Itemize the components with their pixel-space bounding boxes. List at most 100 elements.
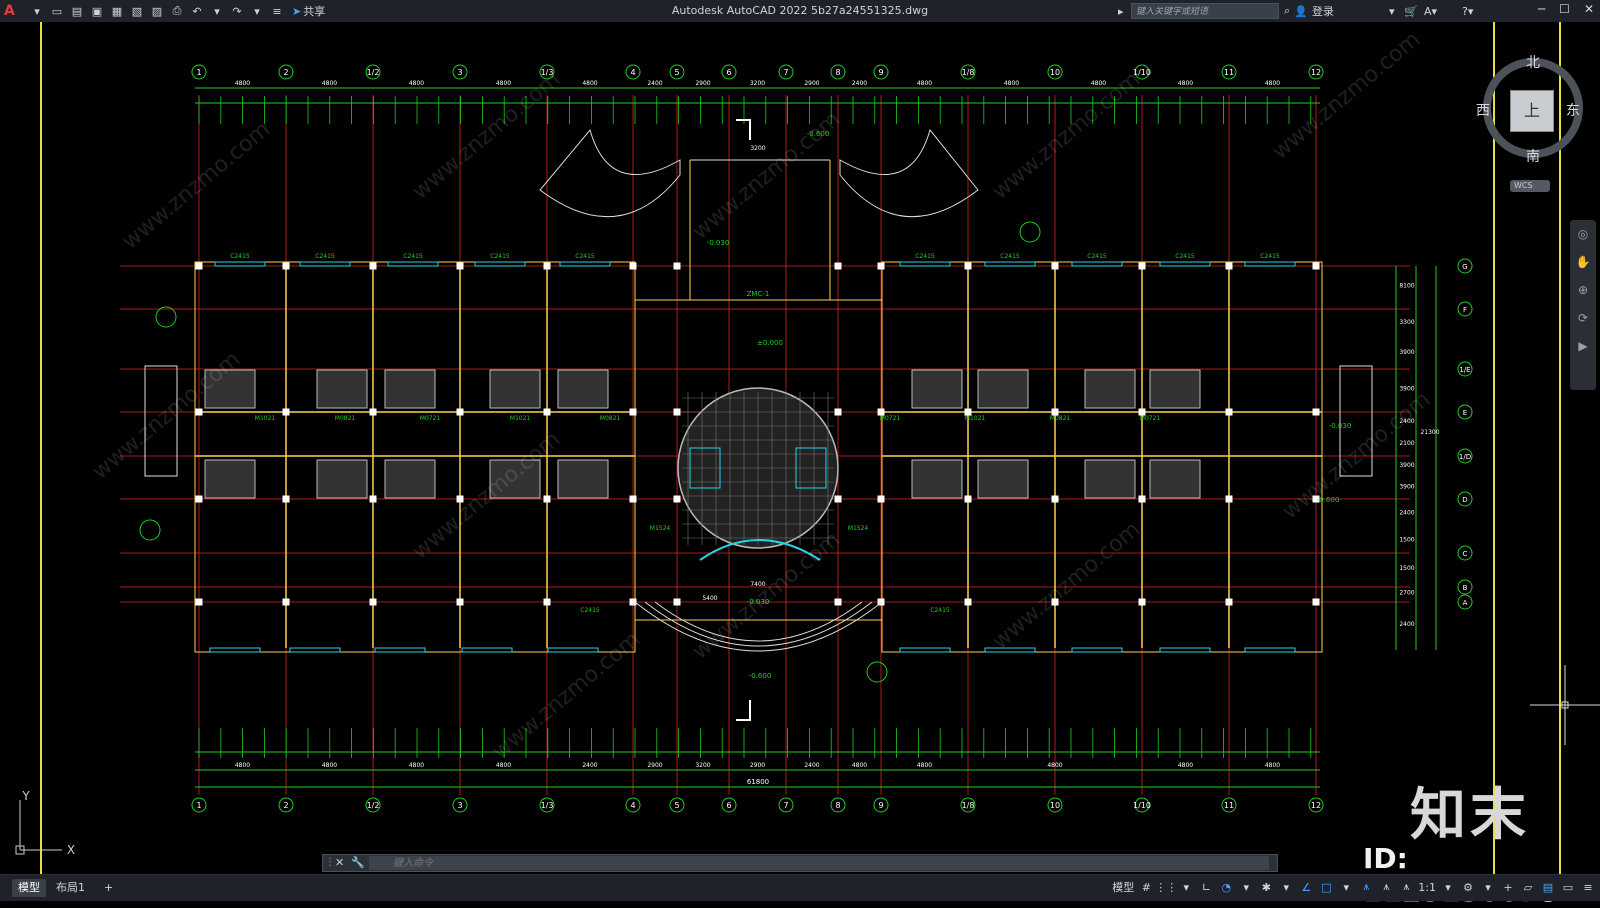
share-button[interactable]: ➤ 共享 [292, 3, 325, 19]
dim-text-bottom: 4800 [235, 762, 250, 769]
compass-west[interactable]: 西 [1476, 100, 1490, 120]
open-web-icon[interactable]: ▧ [128, 2, 146, 20]
ortho-icon[interactable]: ∟ [1198, 879, 1214, 895]
zoom-extents-icon[interactable]: ⊕ [1570, 276, 1596, 304]
grip-icon[interactable]: ⋮ [325, 857, 335, 868]
redo-icon[interactable]: ↷ [228, 2, 246, 20]
compass-south[interactable]: 南 [1526, 146, 1540, 166]
save-icon[interactable]: ▣ [88, 2, 106, 20]
viewcube-top-face[interactable]: 上 [1510, 90, 1554, 132]
drawing-canvas[interactable]: 1 1 2 2 1/2 1/2 3 3 1/3 1/3 4 4 5 5 6 6 7 7 8 8 9 9 1/8 1/8 10 10… [0, 22, 1600, 874]
isodraft-icon[interactable]: ✱ [1258, 879, 1274, 895]
structural-column [1225, 262, 1233, 270]
redo-dropdown-icon[interactable]: ▾ [248, 2, 266, 20]
axis-bubble-right-label: B [1463, 584, 1468, 592]
user-dropdown-icon[interactable]: ▾ [1389, 3, 1395, 19]
isodraft-dropdown-icon[interactable]: ▾ [1278, 879, 1294, 895]
maximize-icon[interactable]: ☐ [1559, 2, 1570, 16]
customization-menu-icon[interactable]: ≡ [1580, 879, 1596, 895]
dim-text-right: 1500 [1399, 537, 1414, 544]
steering-wheel-icon[interactable]: ◎ [1570, 220, 1596, 248]
close-icon[interactable]: ✕ [1584, 2, 1594, 16]
autodesk-app-icon[interactable]: A▾ [1424, 3, 1437, 19]
axis-bubble-top-label: 1/8 [962, 68, 975, 77]
window-label-bottom: C2415 [930, 607, 950, 614]
grid-icon[interactable]: # [1138, 879, 1154, 895]
annotation-monitor-icon[interactable]: + [1500, 879, 1516, 895]
osnap-icon[interactable]: □ [1318, 879, 1334, 895]
annotation-scale-icon[interactable]: ⩚ [1398, 879, 1414, 895]
add-layout-button[interactable]: + [98, 879, 119, 897]
model-space-button[interactable]: 模型 [1112, 879, 1134, 895]
undo-dropdown-icon[interactable]: ▾ [208, 2, 226, 20]
search-icon[interactable]: ⌕ [1284, 4, 1290, 18]
workspace-dropdown-icon[interactable]: ▾ [1480, 879, 1496, 895]
workspace-gear-icon[interactable]: ⚙ [1460, 879, 1476, 895]
clean-screen-icon[interactable]: ▭ [1560, 879, 1576, 895]
window-top [1244, 261, 1296, 267]
axis-bubble-right-label: 1/D [1459, 453, 1471, 461]
tab-model[interactable]: 模型 [12, 879, 46, 897]
polar-icon[interactable]: ◔ [1218, 879, 1234, 895]
close-command-icon[interactable]: ✕ [335, 856, 344, 869]
units-icon[interactable]: ▱ [1520, 879, 1536, 895]
save-as-icon[interactable]: ▦ [108, 2, 126, 20]
dim-text-top: 4800 [582, 80, 597, 87]
wcs-menu[interactable]: WCS [1510, 180, 1550, 192]
axis-bubble-right-label: C [1463, 550, 1468, 558]
share-label: 共享 [303, 5, 326, 18]
osnap-dropdown-icon[interactable]: ▾ [1338, 879, 1354, 895]
dim-text-top: 4800 [322, 80, 337, 87]
cart-icon[interactable]: 🛒 [1404, 3, 1418, 19]
bathroom-lower [316, 459, 368, 499]
quick-properties-icon[interactable]: ▤ [1540, 879, 1556, 895]
customize-toolbar-icon[interactable]: ≡ [268, 2, 286, 20]
compass-east[interactable]: 东 [1566, 100, 1580, 120]
tab-layout1[interactable]: 布局1 [50, 879, 91, 897]
structural-column [834, 262, 842, 270]
login-link[interactable]: 登录 [1312, 3, 1334, 19]
dim-text-bottom: 2900 [647, 762, 662, 769]
orbit-icon[interactable]: ⟳ [1570, 304, 1596, 332]
dim-text-right: 2100 [1399, 440, 1414, 447]
axis-bubble-right-label: F [1463, 306, 1467, 314]
search-input[interactable]: 键入关键字或短语 [1131, 3, 1279, 19]
help-icon[interactable]: ?▾ [1462, 3, 1473, 19]
scale-dropdown-icon[interactable]: ▾ [1440, 879, 1456, 895]
structural-column [1225, 408, 1233, 416]
autocad-logo[interactable]: A [4, 3, 15, 19]
door-label: M1021 [965, 415, 986, 422]
compass-north[interactable]: 北 [1526, 52, 1540, 72]
dim-text-top: 4800 [917, 80, 932, 87]
minimize-icon[interactable]: ─ [1538, 2, 1545, 16]
window-bottom [899, 647, 951, 653]
structural-column [456, 598, 464, 606]
annotation-scale-value[interactable]: 1:1 [1418, 881, 1436, 894]
viewcube[interactable]: 北 南 东 西 上 WCS [1476, 50, 1588, 200]
window-label: C2415 [1175, 253, 1195, 260]
object-track-icon[interactable]: ∠ [1298, 879, 1314, 895]
snap-icon[interactable]: ⋮⋮ [1155, 879, 1177, 895]
showmotion-icon[interactable]: ▶ [1570, 332, 1596, 360]
command-input[interactable] [369, 856, 1269, 870]
plot-icon[interactable]: ⎙ [168, 2, 186, 20]
west-wing-outline [194, 261, 636, 653]
save-web-icon[interactable]: ▨ [148, 2, 166, 20]
new-file-icon[interactable]: ▭ [48, 2, 66, 20]
door-label: M0721 [1140, 415, 1161, 422]
polar-dropdown-icon[interactable]: ▾ [1238, 879, 1254, 895]
snap-dropdown-icon[interactable]: ▾ [1178, 879, 1194, 895]
open-folder-icon[interactable]: ▤ [68, 2, 86, 20]
search-expand-icon[interactable]: ▸ [1118, 3, 1124, 19]
watermark-logo: 知末 [1410, 782, 1530, 848]
undo-icon[interactable]: ↶ [188, 2, 206, 20]
structural-column [543, 598, 551, 606]
bathroom-upper [384, 369, 436, 409]
auto-scale-icon[interactable]: ⩚ [1378, 879, 1394, 895]
annotation-visibility-icon[interactable]: ⩚ [1358, 879, 1374, 895]
radius-label: 5400 [702, 595, 717, 602]
user-icon[interactable]: 👤 [1294, 5, 1308, 18]
pan-icon[interactable]: ✋ [1570, 248, 1596, 276]
customize-icon[interactable]: 🔧 [351, 856, 365, 869]
menu-chevron-icon[interactable]: ▾ [28, 2, 46, 20]
